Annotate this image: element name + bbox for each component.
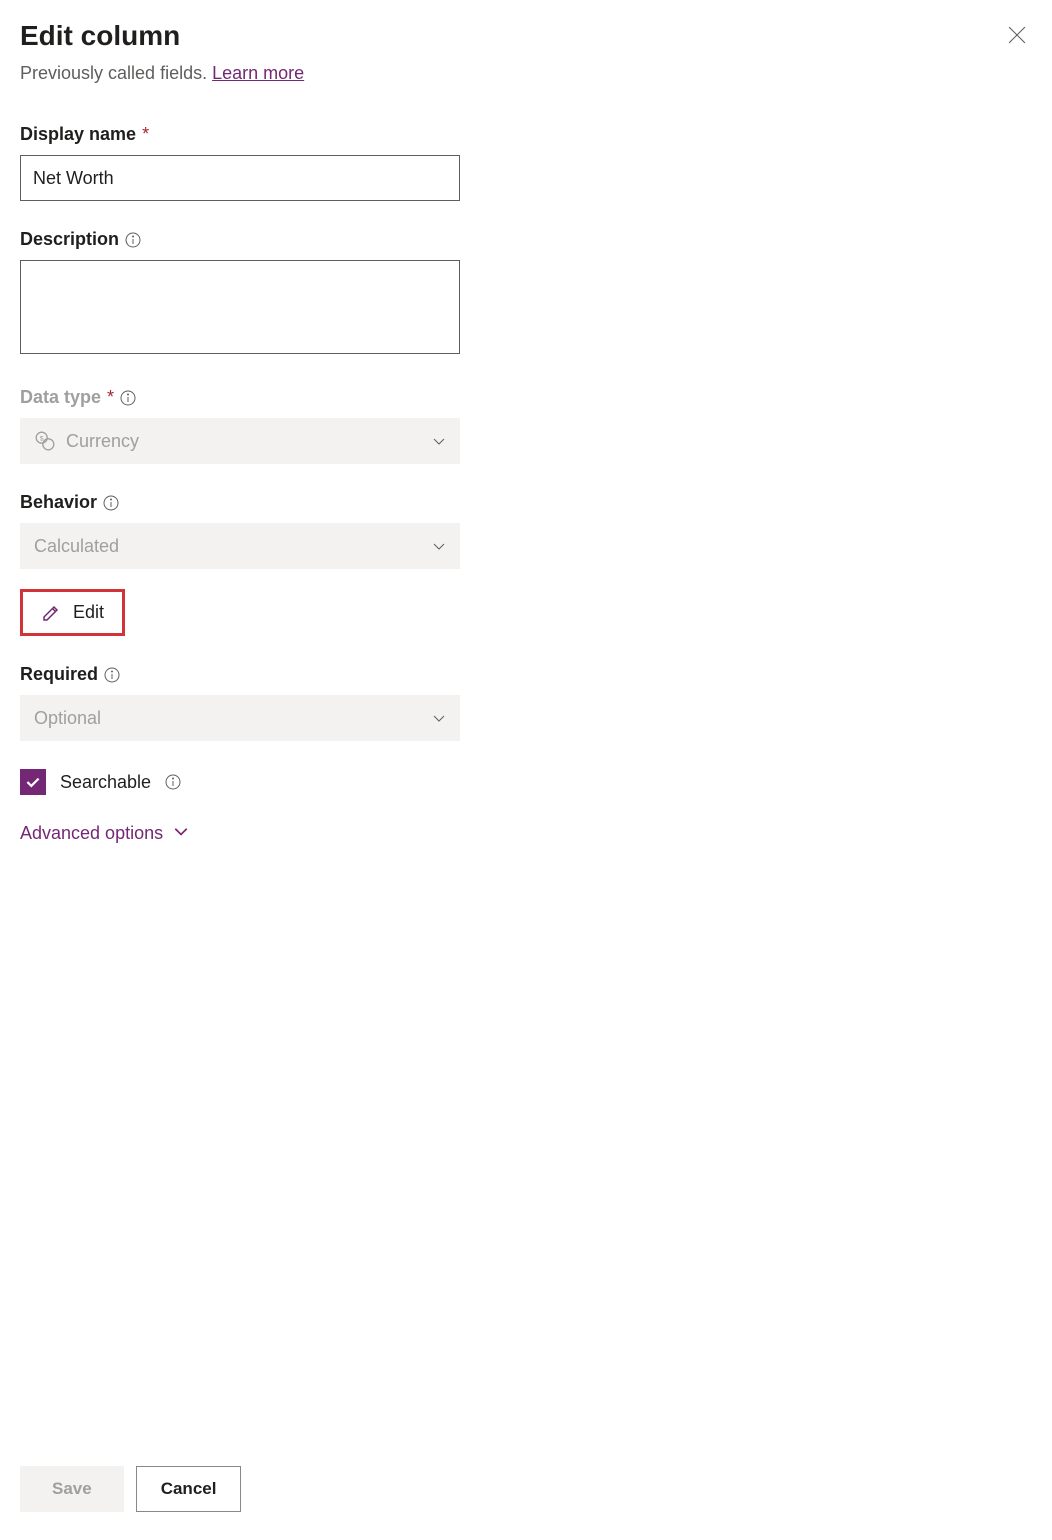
chevron-down-icon — [173, 823, 189, 844]
behavior-select[interactable]: Calculated — [20, 523, 460, 569]
info-icon[interactable] — [104, 667, 120, 683]
description-input[interactable] — [20, 260, 460, 354]
save-button: Save — [20, 1466, 124, 1512]
info-icon[interactable] — [125, 232, 141, 248]
info-icon[interactable] — [120, 390, 136, 406]
close-button[interactable] — [1002, 20, 1032, 55]
info-icon[interactable] — [103, 495, 119, 511]
behavior-value: Calculated — [34, 536, 119, 557]
checkmark-icon — [24, 773, 42, 791]
searchable-checkbox[interactable] — [20, 769, 46, 795]
description-label: Description — [20, 229, 119, 250]
chevron-down-icon — [432, 711, 446, 725]
chevron-down-icon — [432, 539, 446, 553]
data-type-select[interactable]: $ Currency — [20, 418, 460, 464]
cancel-button[interactable]: Cancel — [136, 1466, 242, 1512]
edit-button-label: Edit — [73, 602, 104, 623]
required-select[interactable]: Optional — [20, 695, 460, 741]
required-label: Required — [20, 664, 98, 685]
display-name-label: Display name — [20, 124, 136, 145]
data-type-value: Currency — [66, 431, 139, 452]
page-title: Edit column — [20, 20, 180, 52]
advanced-options-toggle[interactable]: Advanced options — [20, 823, 1032, 844]
pencil-icon — [41, 603, 61, 623]
display-name-input[interactable] — [20, 155, 460, 201]
behavior-label: Behavior — [20, 492, 97, 513]
learn-more-link[interactable]: Learn more — [212, 63, 304, 83]
info-icon[interactable] — [165, 774, 181, 790]
currency-icon: $ — [34, 430, 56, 452]
close-icon — [1008, 26, 1026, 44]
advanced-options-label: Advanced options — [20, 823, 163, 844]
required-value: Optional — [34, 708, 101, 729]
chevron-down-icon — [432, 434, 446, 448]
data-type-label: Data type — [20, 387, 101, 408]
searchable-label: Searchable — [60, 772, 151, 793]
edit-button[interactable]: Edit — [20, 589, 125, 636]
required-mark: * — [142, 124, 149, 145]
page-subtitle: Previously called fields. Learn more — [20, 63, 1032, 84]
required-mark: * — [107, 387, 114, 408]
